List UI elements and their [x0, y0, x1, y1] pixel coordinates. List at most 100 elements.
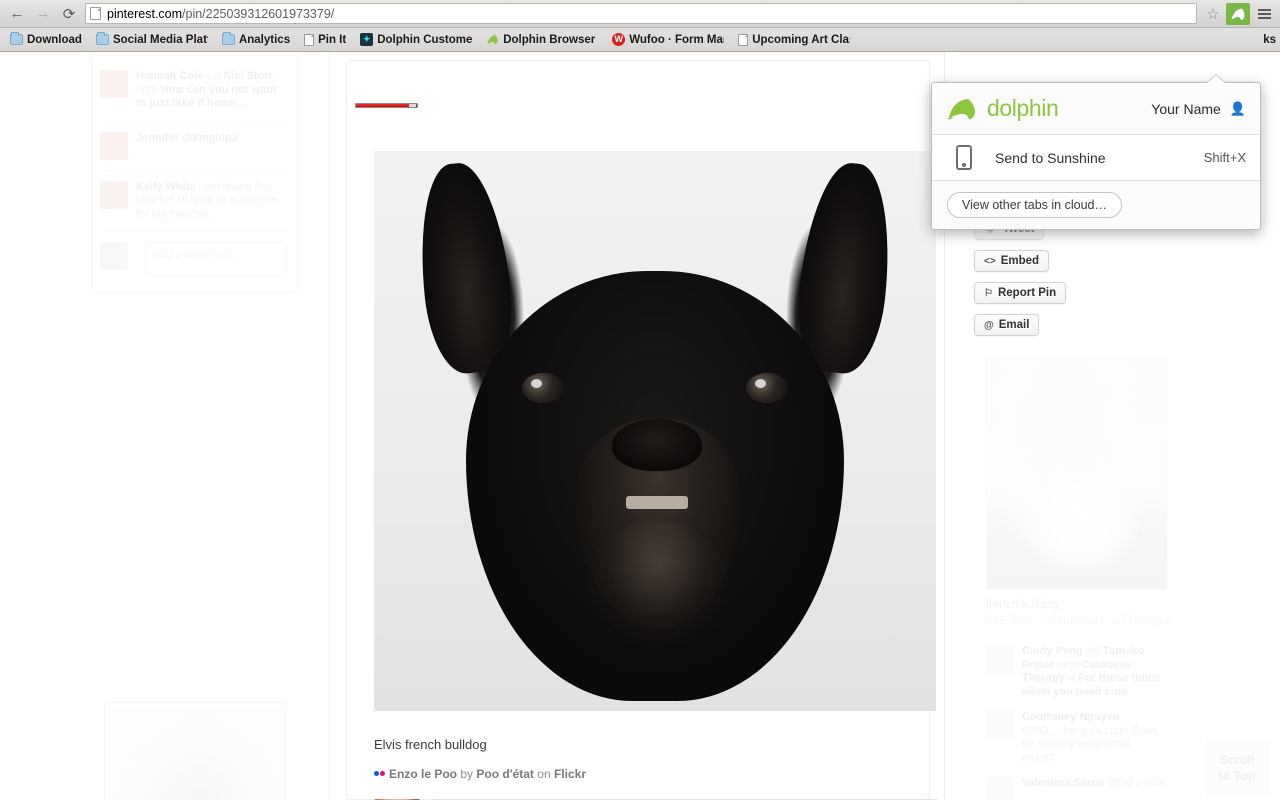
comment-text: Courteney Nguyen OMG.....he is so cute! …	[1022, 711, 1166, 765]
list-item[interactable]: Cindy Peng via Tomoko Roper onto Cutenes…	[986, 639, 1176, 705]
pin-detail-card: Elvis french bulldog Enzo le Poo by Poo …	[346, 60, 939, 800]
embed-button-label: Embed	[1000, 255, 1040, 267]
bookmark-label: Social Media Platfor	[112, 33, 208, 46]
comment-author: Courteney Nguyen	[1022, 711, 1120, 723]
folder-icon	[221, 32, 235, 45]
comment-board-author: Niki Storr	[223, 70, 273, 82]
comment-input[interactable]: Add a comment...	[144, 242, 287, 276]
comments-count: 7 comments	[1041, 615, 1105, 627]
url-path: /pin/225039312601973379/	[182, 6, 335, 21]
email-button[interactable]: @ Email	[974, 314, 1040, 336]
other-bookmarks-button[interactable]: ks	[1263, 28, 1276, 51]
popup-user-name: Your Name	[1151, 100, 1221, 117]
reload-button[interactable]: ⟳	[56, 2, 82, 26]
email-button-label: Email	[998, 319, 1030, 331]
flag-icon: ⚐	[984, 287, 993, 299]
send-to-sunshine-item[interactable]: Send to Sunshine Shift+X	[932, 135, 1260, 181]
bookmark-label: Dolphin Customer	[377, 33, 473, 46]
pin-source-author-link[interactable]: Enzo le Poo	[389, 767, 457, 781]
bookmark-label: Dolphin Browser › Lo	[503, 33, 598, 46]
bookmark-star-icon[interactable]: ☆	[1202, 3, 1224, 25]
bookmark-wufoo[interactable]: W Wufoo · Form Manag	[606, 31, 730, 48]
bookmark-dolphin-browser[interactable]: Dolphin Browser › Lo	[480, 31, 604, 48]
list-item[interactable]: Kelly White I am loving this bow tie! I'…	[92, 175, 297, 228]
popup-footer: View other tabs in cloud…	[932, 181, 1260, 229]
bookmark-analytics[interactable]: Analytics	[216, 32, 296, 48]
divider	[102, 120, 287, 122]
other-bookmarks-label: ks	[1263, 34, 1276, 46]
bookmark-download[interactable]: Download	[4, 32, 88, 48]
phone-icon	[956, 145, 972, 170]
comment-onto: onto	[1056, 658, 1079, 671]
address-bar[interactable]: pinterest.com/pin/225039312601973379/	[85, 3, 1197, 24]
send-to-sunshine-label: Send to Sunshine	[995, 149, 1106, 166]
divider	[102, 231, 287, 232]
pin-main-image[interactable]	[374, 151, 936, 711]
avatar	[100, 70, 128, 98]
dolphin-extension-icon[interactable]	[1226, 2, 1250, 25]
dog-chin	[588, 521, 728, 641]
related-pin-comments: Cindy Peng via Tomoko Roper onto Cutenes…	[986, 639, 1176, 800]
flickr-dots-icon	[374, 765, 385, 779]
dog-eye-right	[746, 373, 788, 403]
bookmark-dolphin-customer[interactable]: ✦ Dolphin Customer A	[354, 31, 478, 48]
comment-compose-row[interactable]: Add a comment...	[92, 236, 297, 282]
left-pin-thumbnail-card[interactable]	[104, 702, 286, 800]
browser-chrome: ← → ⟳ pinterest.com/pin/2250393126019733…	[0, 0, 1280, 52]
dog-eye-left	[522, 373, 564, 403]
comment-author: Kelly White	[136, 180, 196, 193]
list-item[interactable]: Courteney Nguyen OMG.....he is so cute! …	[986, 705, 1176, 771]
related-pin-image[interactable]	[986, 357, 1168, 590]
bookmark-label: Analytics	[238, 33, 291, 46]
comment-author: Hannah Cole	[136, 70, 204, 82]
pin-thumbnail-image	[109, 707, 283, 800]
comment-text: Jennifer @kmginpa	[136, 132, 238, 160]
scroll-to-top-line1: Scroll	[1219, 753, 1255, 767]
avatar	[986, 711, 1014, 739]
related-pin-card[interactable]: french bulldog 598 likes 7 comments 1772…	[986, 357, 1176, 800]
bookmark-pin-it[interactable]: Pin It	[298, 32, 352, 48]
pin-source-on: on	[537, 767, 551, 781]
bookmark-upcoming-art-classes[interactable]: Upcoming Art Classe	[732, 32, 856, 48]
browser-toolbar: ← → ⟳ pinterest.com/pin/2250393126019733…	[0, 0, 1280, 28]
comment-author: Valentina Serna	[1022, 777, 1104, 789]
page-viewport: Hannah Cole via Niki Storr onto How can …	[0, 52, 1280, 800]
page-loading-bar	[355, 103, 418, 108]
comment-text: Cindy Peng via Tomoko Roper onto Cutenes…	[1022, 645, 1166, 699]
forward-button[interactable]: →	[30, 2, 56, 26]
at-sign-icon: @	[984, 319, 994, 331]
folder-icon	[95, 32, 109, 45]
list-item[interactable]: Valentina Serna What a cute	[986, 771, 1176, 800]
pin-source-owner-link[interactable]: Poo d'état	[476, 767, 534, 781]
dolphin-extension-popup[interactable]: dolphin Your Name 👤 Send to Sunshine Shi…	[931, 75, 1261, 230]
list-item[interactable]: Hannah Cole via Niki Storr onto How can …	[92, 64, 297, 117]
dog-teeth	[626, 496, 688, 509]
bookmark-label: Download	[27, 33, 82, 46]
avatar	[100, 131, 128, 160]
pin-source-by: by	[460, 767, 474, 781]
report-pin-button[interactable]: ⚐ Report Pin	[974, 282, 1067, 304]
view-other-tabs-button[interactable]: View other tabs in cloud…	[947, 192, 1122, 218]
page-document-icon	[90, 7, 101, 20]
embed-button[interactable]: <> Embed	[974, 250, 1050, 272]
avatar	[986, 645, 1014, 673]
comment-text: Kelly White I am loving this bow tie! I'…	[136, 181, 287, 222]
comment-via: via	[206, 70, 221, 82]
repins-count: 1772 repins	[1114, 615, 1175, 627]
chrome-menu-icon[interactable]	[1252, 3, 1276, 25]
list-item[interactable]: Jennifer @kmginpa	[92, 126, 297, 166]
avatar	[986, 777, 1014, 800]
scroll-to-top-button[interactable]: Scroll to Top	[1206, 740, 1268, 796]
dolphin-logo: dolphin	[947, 95, 1059, 122]
bookmark-social-media-platforms[interactable]: Social Media Platform	[90, 32, 214, 48]
left-pin-card[interactable]: Hannah Cole via Niki Storr onto How can …	[91, 55, 298, 293]
url-text: pinterest.com/pin/225039312601973379/	[107, 7, 334, 21]
comment-author: Jennifer @kmginpa	[136, 131, 238, 144]
back-button[interactable]: ←	[4, 2, 30, 26]
related-pin-title: french bulldog	[986, 599, 1059, 611]
pin-source-site-link[interactable]: Flickr	[554, 767, 586, 781]
bookmark-label: Pin It	[318, 33, 347, 46]
popup-header: dolphin Your Name 👤	[932, 83, 1260, 135]
popup-user-account[interactable]: Your Name 👤	[1151, 101, 1246, 117]
report-pin-button-label: Report Pin	[997, 287, 1057, 299]
